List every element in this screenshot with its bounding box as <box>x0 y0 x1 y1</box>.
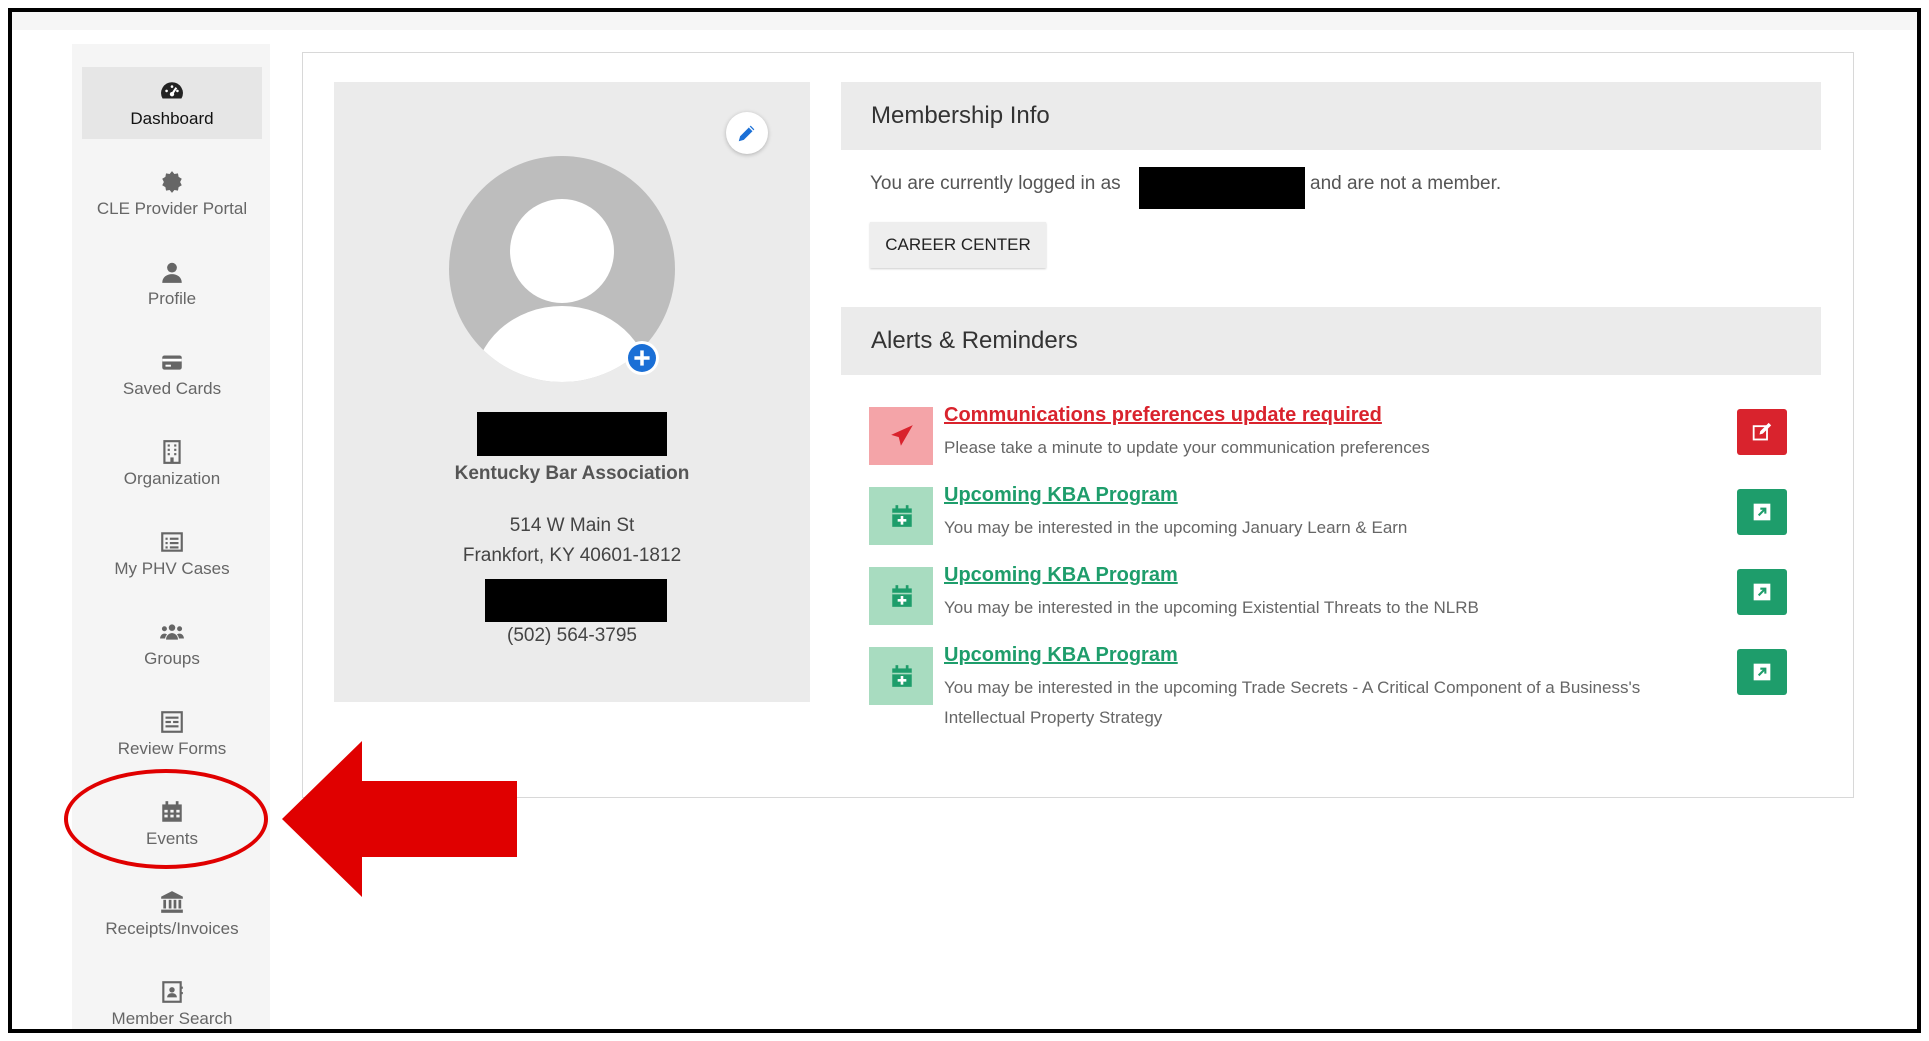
top-band <box>12 12 1917 30</box>
add-photo-button[interactable] <box>625 341 659 375</box>
form-icon <box>159 709 185 735</box>
sidebar-item-label: CLE Provider Portal <box>96 199 248 218</box>
external-link-icon <box>1753 663 1771 681</box>
sidebar-item-label: Dashboard <box>130 109 214 128</box>
badge-icon <box>159 169 185 195</box>
open-program-button[interactable] <box>1737 649 1787 695</box>
sidebar-item-label: Member Search <box>111 1009 233 1028</box>
organization-name: Kentucky Bar Association <box>454 463 690 484</box>
alerts-reminders-header: Alerts & Reminders <box>841 307 1821 375</box>
address-line2: Frankfort, KY 40601-1812 <box>462 545 682 566</box>
contact-card-icon <box>159 979 185 1005</box>
dashboard-gauge-icon <box>159 79 185 105</box>
list-icon <box>159 529 185 555</box>
open-program-button[interactable] <box>1737 489 1787 535</box>
sidebar-item-member-search[interactable]: Member Search <box>82 967 262 1029</box>
alert-description: Please take a minute to update your comm… <box>944 438 1430 457</box>
section-title: Membership Info <box>871 102 1050 129</box>
calendar-plus-icon <box>892 505 912 527</box>
sidebar-item-label: Saved Cards <box>122 379 222 398</box>
sidebar-item-organization[interactable]: Organization <box>82 427 262 499</box>
logged-in-prefix: You are currently logged in as <box>870 173 1121 194</box>
alert-title-link[interactable]: Upcoming KBA Program <box>944 564 1178 587</box>
alert-description: You may be interested in the upcoming Ja… <box>944 518 1408 537</box>
sidebar-item-label: Profile <box>147 289 197 308</box>
redacted-name <box>477 412 667 456</box>
sidebar-item-label: Review Forms <box>117 739 227 758</box>
sidebar-item-label: Receipts/Invoices <box>105 919 239 938</box>
alert-icon-box <box>869 647 933 705</box>
alert-description: You may be interested in the upcoming Tr… <box>944 678 1641 727</box>
membership-info-header: Membership Info <box>841 82 1821 150</box>
screenshot-frame: Dashboard CLE Provider Portal Profile Sa… <box>8 8 1921 1033</box>
sidebar-nav: Dashboard CLE Provider Portal Profile Sa… <box>72 44 270 1029</box>
pencil-icon <box>738 125 755 142</box>
paper-plane-icon <box>891 425 913 446</box>
sidebar-item-label: My PHV Cases <box>114 559 230 578</box>
open-program-button[interactable] <box>1737 569 1787 615</box>
plus-circle-icon <box>628 344 656 372</box>
calendar-plus-icon <box>892 665 912 687</box>
alert-title-link[interactable]: Upcoming KBA Program <box>944 484 1178 507</box>
alert-item: Communications preferences update requir… <box>869 404 1809 481</box>
building-icon <box>159 439 185 465</box>
address-line1: 514 W Main St <box>509 515 635 536</box>
sidebar-item-receipts-invoices[interactable]: Receipts/Invoices <box>82 877 262 949</box>
sidebar-item-review-forms[interactable]: Review Forms <box>82 697 262 769</box>
alert-icon-box <box>869 487 933 545</box>
alert-icon-box <box>869 407 933 465</box>
sidebar-item-cle-provider-portal[interactable]: CLE Provider Portal <box>82 157 262 229</box>
alert-description: You may be interested in the upcoming Ex… <box>944 598 1479 617</box>
alert-title-link[interactable]: Upcoming KBA Program <box>944 644 1178 667</box>
redacted-email <box>485 579 667 622</box>
edit-icon <box>1752 422 1772 441</box>
logged-in-suffix: and are not a member. <box>1310 173 1502 194</box>
profile-card: Kentucky Bar Association 514 W Main St F… <box>334 82 810 702</box>
sidebar-item-groups[interactable]: Groups <box>82 607 262 679</box>
events-highlight-ellipse <box>64 769 268 869</box>
external-link-icon <box>1753 583 1771 601</box>
alert-icon-box <box>869 567 933 625</box>
redacted-username <box>1139 167 1305 209</box>
edit-preferences-button[interactable] <box>1737 409 1787 455</box>
sidebar-item-profile[interactable]: Profile <box>82 247 262 319</box>
sidebar-item-label: Organization <box>123 469 221 488</box>
bank-icon <box>159 889 185 915</box>
alert-item: Upcoming KBA Program You may be interest… <box>869 564 1809 641</box>
alert-item: Upcoming KBA Program You may be interest… <box>869 644 1809 737</box>
person-icon <box>159 259 185 285</box>
alert-item: Upcoming KBA Program You may be interest… <box>869 484 1809 561</box>
red-arrow-icon <box>282 741 517 897</box>
phone-number: (502) 564-3795 <box>507 625 637 646</box>
edit-profile-button[interactable] <box>726 112 768 154</box>
section-title: Alerts & Reminders <box>871 327 1078 354</box>
sidebar-item-my-phv-cases[interactable]: My PHV Cases <box>82 517 262 589</box>
users-icon <box>159 619 185 645</box>
calendar-plus-icon <box>892 585 912 607</box>
external-link-icon <box>1753 503 1771 521</box>
sidebar-item-saved-cards[interactable]: Saved Cards <box>82 337 262 409</box>
sidebar-item-dashboard[interactable]: Dashboard <box>82 67 262 139</box>
credit-card-icon <box>159 349 185 375</box>
career-center-button[interactable]: CAREER CENTER <box>870 222 1046 268</box>
sidebar-item-label: Groups <box>144 649 200 668</box>
alert-title-link[interactable]: Communications preferences update requir… <box>944 404 1382 427</box>
